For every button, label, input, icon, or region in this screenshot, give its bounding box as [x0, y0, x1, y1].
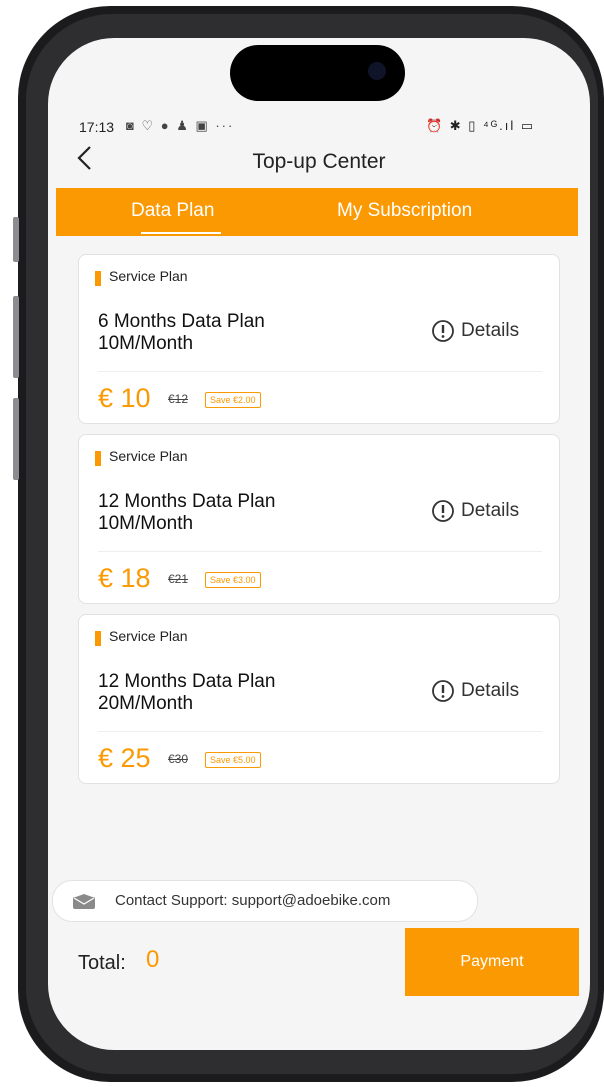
plan-tag-label: Service Plan — [109, 448, 188, 464]
tab-data-plan[interactable]: Data Plan — [131, 200, 214, 222]
plan-tag-marker — [95, 631, 101, 646]
page-title: Top-up Center — [252, 150, 386, 173]
save-badge: Save €3.00 — [205, 572, 261, 588]
plan-tag-marker — [95, 271, 101, 286]
save-badge: Save €2.00 — [205, 392, 261, 408]
plan-original-price: €12 — [168, 392, 189, 406]
total-label: Total: — [78, 952, 126, 974]
plan-tag-marker — [95, 451, 101, 466]
plan-title: 6 Months Data Plan 10M/Month — [98, 311, 265, 354]
system-status-icons: ⏰ ✱ ▯ ⁴ᴳ.ıl ▭ — [426, 118, 536, 133]
card-divider — [98, 371, 542, 372]
details-label: Details — [461, 680, 520, 701]
mail-icon — [73, 894, 95, 909]
plan-title: 12 Months Data Plan 20M/Month — [98, 671, 276, 714]
card-divider — [98, 731, 542, 732]
card-divider — [98, 551, 542, 552]
payment-button[interactable]: Payment — [405, 928, 579, 996]
plan-card[interactable]: Service Plan 12 Months Data Plan 20M/Mon… — [78, 614, 560, 784]
tab-my-subscription[interactable]: My Subscription — [337, 200, 472, 222]
contact-support-text: Contact Support: support@adoebike.com — [115, 892, 391, 909]
app-screen: 17:13 ◙ ♡ ● ♟ ▣ ··· ⏰ ✱ ▯ ⁴ᴳ.ıl ▭ Top-up… — [48, 38, 590, 1050]
front-camera — [368, 62, 386, 80]
volume-up-button — [13, 296, 19, 378]
contact-support[interactable]: Contact Support: support@adoebike.com — [52, 880, 478, 922]
status-time: 17:13 — [79, 119, 115, 135]
silent-switch — [13, 217, 19, 262]
info-icon — [432, 500, 454, 522]
total-amount: 0 — [146, 946, 160, 973]
info-icon — [432, 320, 454, 342]
plan-title: 12 Months Data Plan 10M/Month — [98, 491, 276, 534]
volume-down-button — [13, 398, 19, 480]
details-label: Details — [461, 500, 520, 521]
plan-price: € 10 — [98, 383, 151, 413]
notification-icons: ◙ ♡ ● ♟ ▣ ··· — [126, 118, 235, 133]
tab-bar: Data Plan My Subscription — [56, 188, 578, 236]
active-tab-indicator — [141, 232, 221, 234]
details-label: Details — [461, 320, 520, 341]
plan-price: € 18 — [98, 563, 151, 593]
plan-card[interactable]: Service Plan 6 Months Data Plan 10M/Mont… — [78, 254, 560, 424]
plan-tag-label: Service Plan — [109, 268, 188, 284]
plan-price: € 25 — [98, 743, 151, 773]
plan-card[interactable]: Service Plan 12 Months Data Plan 10M/Mon… — [78, 434, 560, 604]
info-icon — [432, 680, 454, 702]
plan-tag-label: Service Plan — [109, 628, 188, 644]
plan-original-price: €30 — [168, 752, 189, 766]
plan-original-price: €21 — [168, 572, 189, 586]
save-badge: Save €5.00 — [205, 752, 261, 768]
